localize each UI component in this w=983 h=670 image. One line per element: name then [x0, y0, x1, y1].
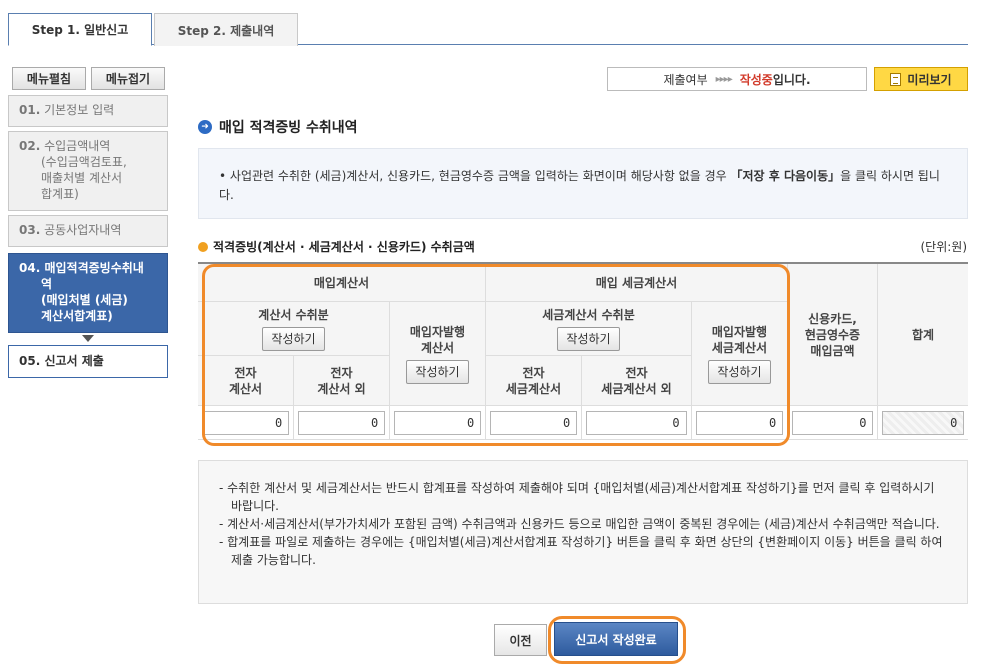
- sidebar-item-joint-business[interactable]: 03. 공동사업자내역: [8, 215, 168, 247]
- highlight-frame: [548, 616, 686, 664]
- arrow-circle-icon: ➜: [198, 120, 212, 134]
- header-card-line: 신용카드,: [808, 311, 857, 326]
- status-state: 작성중: [739, 72, 773, 87]
- note-item: - 계산서·세금계산서(부가가치세가 포함된 금액) 수취금액과 신용카드 등으…: [219, 517, 940, 531]
- sidebar-item-label: 매입적격증빙수취내: [44, 261, 144, 275]
- sidebar-item-sub: (매입처별 (세금): [41, 293, 128, 307]
- sidebar-item-label: 공동사업자내역: [44, 223, 122, 237]
- sidebar-item-num: 03.: [19, 223, 41, 237]
- submission-status-bar: 제출여부 ▸▸▸▸ 작성중 입니다.: [607, 67, 867, 91]
- header-card-line: 매입금액: [810, 343, 855, 358]
- card-cash-input[interactable]: 0: [791, 410, 874, 435]
- sidebar-item-sub: 역: [41, 277, 53, 291]
- sidebar-item-purchase-evidence[interactable]: 04. 매입적격증빙수취내 역 (매입처별 (세금) 계산서합계표): [8, 253, 168, 333]
- note-item: - 합계표를 파일로 제출하는 경우에는 {매입처별(세금)계산서합계표 작성하…: [219, 535, 943, 567]
- menu-collapse-button[interactable]: 메뉴접기: [91, 67, 165, 90]
- table-title: 적격증빙(계산서 · 세금계산서 · 신용카드) 수취금액: [198, 238, 475, 255]
- sidebar-item-label: 수입금액내역: [44, 139, 111, 153]
- tab-step2[interactable]: Step 2. 제출내역: [154, 13, 298, 46]
- info-box: • 사업관련 수취한 (세금)계산서, 신용카드, 현금영수증 금액을 입력하는…: [198, 148, 968, 219]
- sidebar-item-num: 02.: [19, 139, 41, 153]
- sidebar-item-revenue[interactable]: 02. 수입금액내역 (수입금액검토표, 매출처별 계산서 합계표): [8, 131, 168, 211]
- unit-label: (단위:원): [920, 240, 967, 254]
- step-tabs: Step 1. 일반신고 Step 2. 제출내역: [8, 13, 968, 46]
- table-title-text: 적격증빙(계산서 · 세금계산서 · 신용카드) 수취금액: [213, 240, 475, 254]
- sidebar-item-sub: 합계표): [41, 187, 79, 201]
- notes-box: - 수취한 계산서 및 세금계산서는 반드시 합계표를 작성하여 제출해야 되며…: [198, 460, 968, 604]
- bullet-icon: [198, 241, 208, 252]
- sidebar-item-label: 기본정보 입력: [44, 103, 115, 117]
- header-total: 합계: [878, 264, 968, 406]
- sidebar-item-basic-info[interactable]: 01. 기본정보 입력: [8, 95, 168, 127]
- tab-step1[interactable]: Step 1. 일반신고: [8, 13, 152, 46]
- sidebar-item-sub: 매출처별 계산서: [41, 171, 123, 185]
- note-item: - 수취한 계산서 및 세금계산서는 반드시 합계표를 작성하여 제출해야 되며…: [219, 481, 935, 513]
- info-highlight: 「저장 후 다음이동」: [730, 169, 841, 183]
- header-card-cash: 신용카드, 현금영수증 매입금액: [788, 264, 878, 406]
- info-text-before: 사업관련 수취한 (세금)계산서, 신용카드, 현금영수증 금액을 입력하는 화…: [229, 169, 727, 183]
- status-suffix: 입니다.: [772, 72, 811, 87]
- header-card-line: 현금영수증: [804, 327, 861, 342]
- page-title: ➜ 매입 적격증빙 수취내역: [198, 117, 358, 137]
- status-arrows-icon: ▸▸▸▸: [715, 73, 733, 85]
- input-cell: 0: [788, 406, 878, 440]
- sidebar-item-sub: 계산서합계표): [41, 309, 113, 323]
- total-value: 0: [881, 410, 965, 435]
- sidebar-item-label: 신고서 제출: [44, 354, 104, 368]
- sidebar-item-submit[interactable]: 05. 신고서 제출: [8, 345, 168, 378]
- prev-button[interactable]: 이전: [494, 624, 547, 656]
- sidebar-item-num: 01.: [19, 103, 41, 117]
- preview-button[interactable]: 미리보기: [874, 67, 968, 91]
- input-cell: 0: [878, 406, 968, 440]
- sidebar-item-num: 05.: [19, 354, 41, 368]
- status-label: 제출여부: [663, 72, 708, 87]
- preview-label: 미리보기: [907, 72, 952, 87]
- sidebar-item-sub: (수입금액검토표,: [41, 155, 127, 169]
- page-title-text: 매입 적격증빙 수취내역: [219, 120, 358, 136]
- highlight-frame: [202, 264, 790, 446]
- menu-expand-button[interactable]: 메뉴펼침: [12, 67, 86, 90]
- sidebar-down-arrow-icon: [82, 335, 94, 342]
- sidebar-item-num: 04.: [19, 261, 41, 275]
- document-icon: [890, 72, 902, 86]
